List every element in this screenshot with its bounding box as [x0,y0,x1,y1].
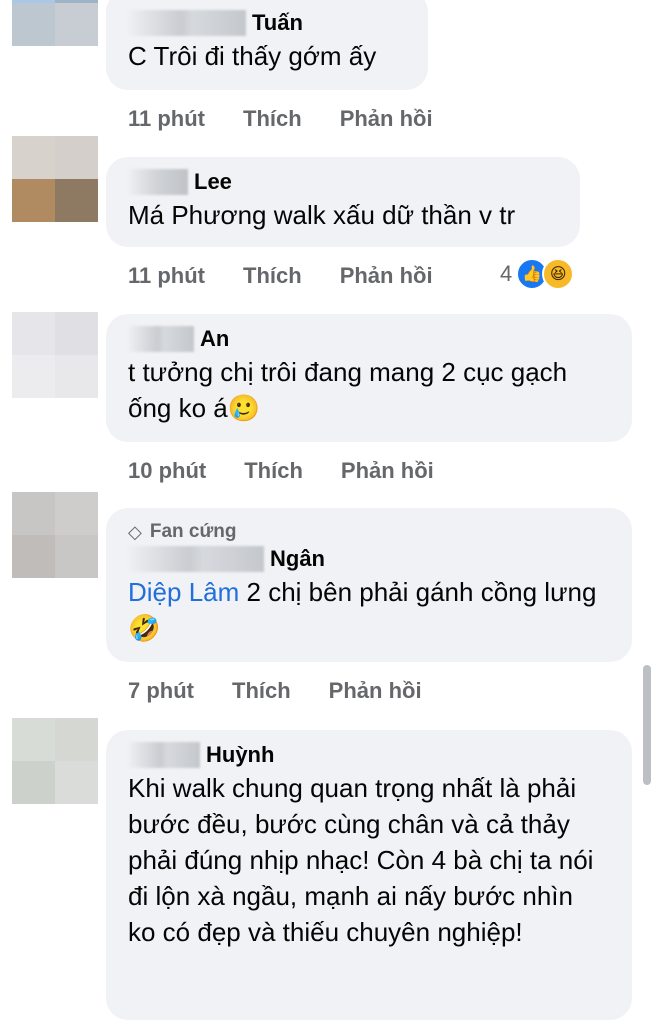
author-name[interactable]: Huỳnh [206,742,274,768]
comment-text: C Trôi đi thấy gớm ấy [128,41,377,71]
author-name[interactable]: An [200,326,229,352]
avatar[interactable] [12,0,98,46]
like-button[interactable]: Thích [243,106,302,132]
avatar-tile [12,312,55,355]
comment-bubble: Tuấn C Trôi đi thấy gớm ấy [106,0,428,90]
comment-bubble: ◇ Fan cứng Ngân Diệp Lâm 2 chị bên phải … [106,508,632,662]
diamond-icon: ◇ [128,521,142,542]
avatar-tile [55,761,98,804]
comment-bubble: Huỳnh Khi walk chung quan trọng nhất là … [106,730,632,1020]
author-row: An [128,324,610,354]
comment-text: Má Phương walk xấu dữ thần v tr [128,200,516,230]
avatar-tile [12,355,55,398]
like-button[interactable]: Thích [232,678,291,704]
avatar[interactable] [12,136,98,222]
like-button[interactable]: Thích [244,458,303,484]
reply-button[interactable]: Phản hồi [329,678,422,704]
comment-time[interactable]: 11 phút [128,106,205,132]
author-name[interactable]: Ngân [270,546,325,572]
avatar-tile [12,136,55,179]
comment-actions: 10 phút Thích Phản hồi [128,456,472,486]
avatar-tile [12,535,55,578]
haha-icon: 😆 [542,258,575,290]
avatar-tile [12,718,55,761]
author-row: Ngân [128,544,610,574]
fan-badge: ◇ Fan cứng [128,520,610,544]
reply-button[interactable]: Phản hồi [341,458,434,484]
avatar-tile [12,179,55,222]
blurred-name [128,742,200,768]
avatar-tile [55,312,98,355]
comment-bubble: Lee Má Phương walk xấu dữ thần v tr [106,157,580,247]
avatar-tile [55,355,98,398]
comment-time[interactable]: 10 phút [128,458,206,484]
avatar-tile [12,761,55,804]
comment-text-body: 2 chị bên phải gánh cồng lưng [239,577,597,607]
badge-label: Fan cứng [149,521,237,542]
mention-link[interactable]: Diệp Lâm [128,577,239,607]
avatar-tile [55,718,98,761]
avatar[interactable] [12,312,98,398]
crying-smile-emoji: 🥲 [227,393,261,423]
avatar[interactable] [12,718,98,804]
avatar-tile [55,492,98,535]
blurred-name [128,10,246,36]
reaction-count: 4 [500,261,513,286]
reply-button[interactable]: Phản hồi [340,106,433,132]
author-name[interactable]: Tuấn [252,10,303,36]
comment-time[interactable]: 11 phút [128,263,205,289]
author-row: Lee [128,167,558,197]
avatar-tile [55,3,98,46]
avatar-tile [55,136,98,179]
blurred-name [128,546,264,572]
comment-text: Diệp Lâm 2 chị bên phải gánh cồng lưng 🤣 [128,574,598,646]
reaction-summary[interactable]: 4 👍 😆 [500,258,575,290]
avatar-tile [55,179,98,222]
rofl-emoji: 🤣 [128,613,161,643]
author-name[interactable]: Lee [194,169,232,195]
comment-text: Khi walk chung quan trọng nhất là phải b… [128,773,594,947]
avatar-tile [12,3,55,46]
avatar[interactable] [12,492,98,578]
comment-text: t tưởng chị trôi đang mang 2 cục gạch ốn… [128,354,568,426]
comment-actions: 11 phút Thích Phản hồi [128,104,471,134]
scrollbar[interactable] [643,665,651,785]
like-button[interactable]: Thích [243,263,302,289]
author-row: Huỳnh [128,740,610,770]
avatar-tile [55,535,98,578]
comment-time[interactable]: 7 phút [128,678,194,704]
avatar-tile [12,492,55,535]
blurred-name [128,169,188,195]
reply-button[interactable]: Phản hồi [340,263,433,289]
blurred-name [128,326,194,352]
comment-actions: 11 phút Thích Phản hồi [128,261,471,291]
comment-bubble: An t tưởng chị trôi đang mang 2 cục gạch… [106,314,632,442]
author-row: Tuấn [128,8,406,38]
comment-actions: 7 phút Thích Phản hồi [128,676,460,706]
comment-text-body: t tưởng chị trôi đang mang 2 cục gạch ốn… [128,357,568,423]
